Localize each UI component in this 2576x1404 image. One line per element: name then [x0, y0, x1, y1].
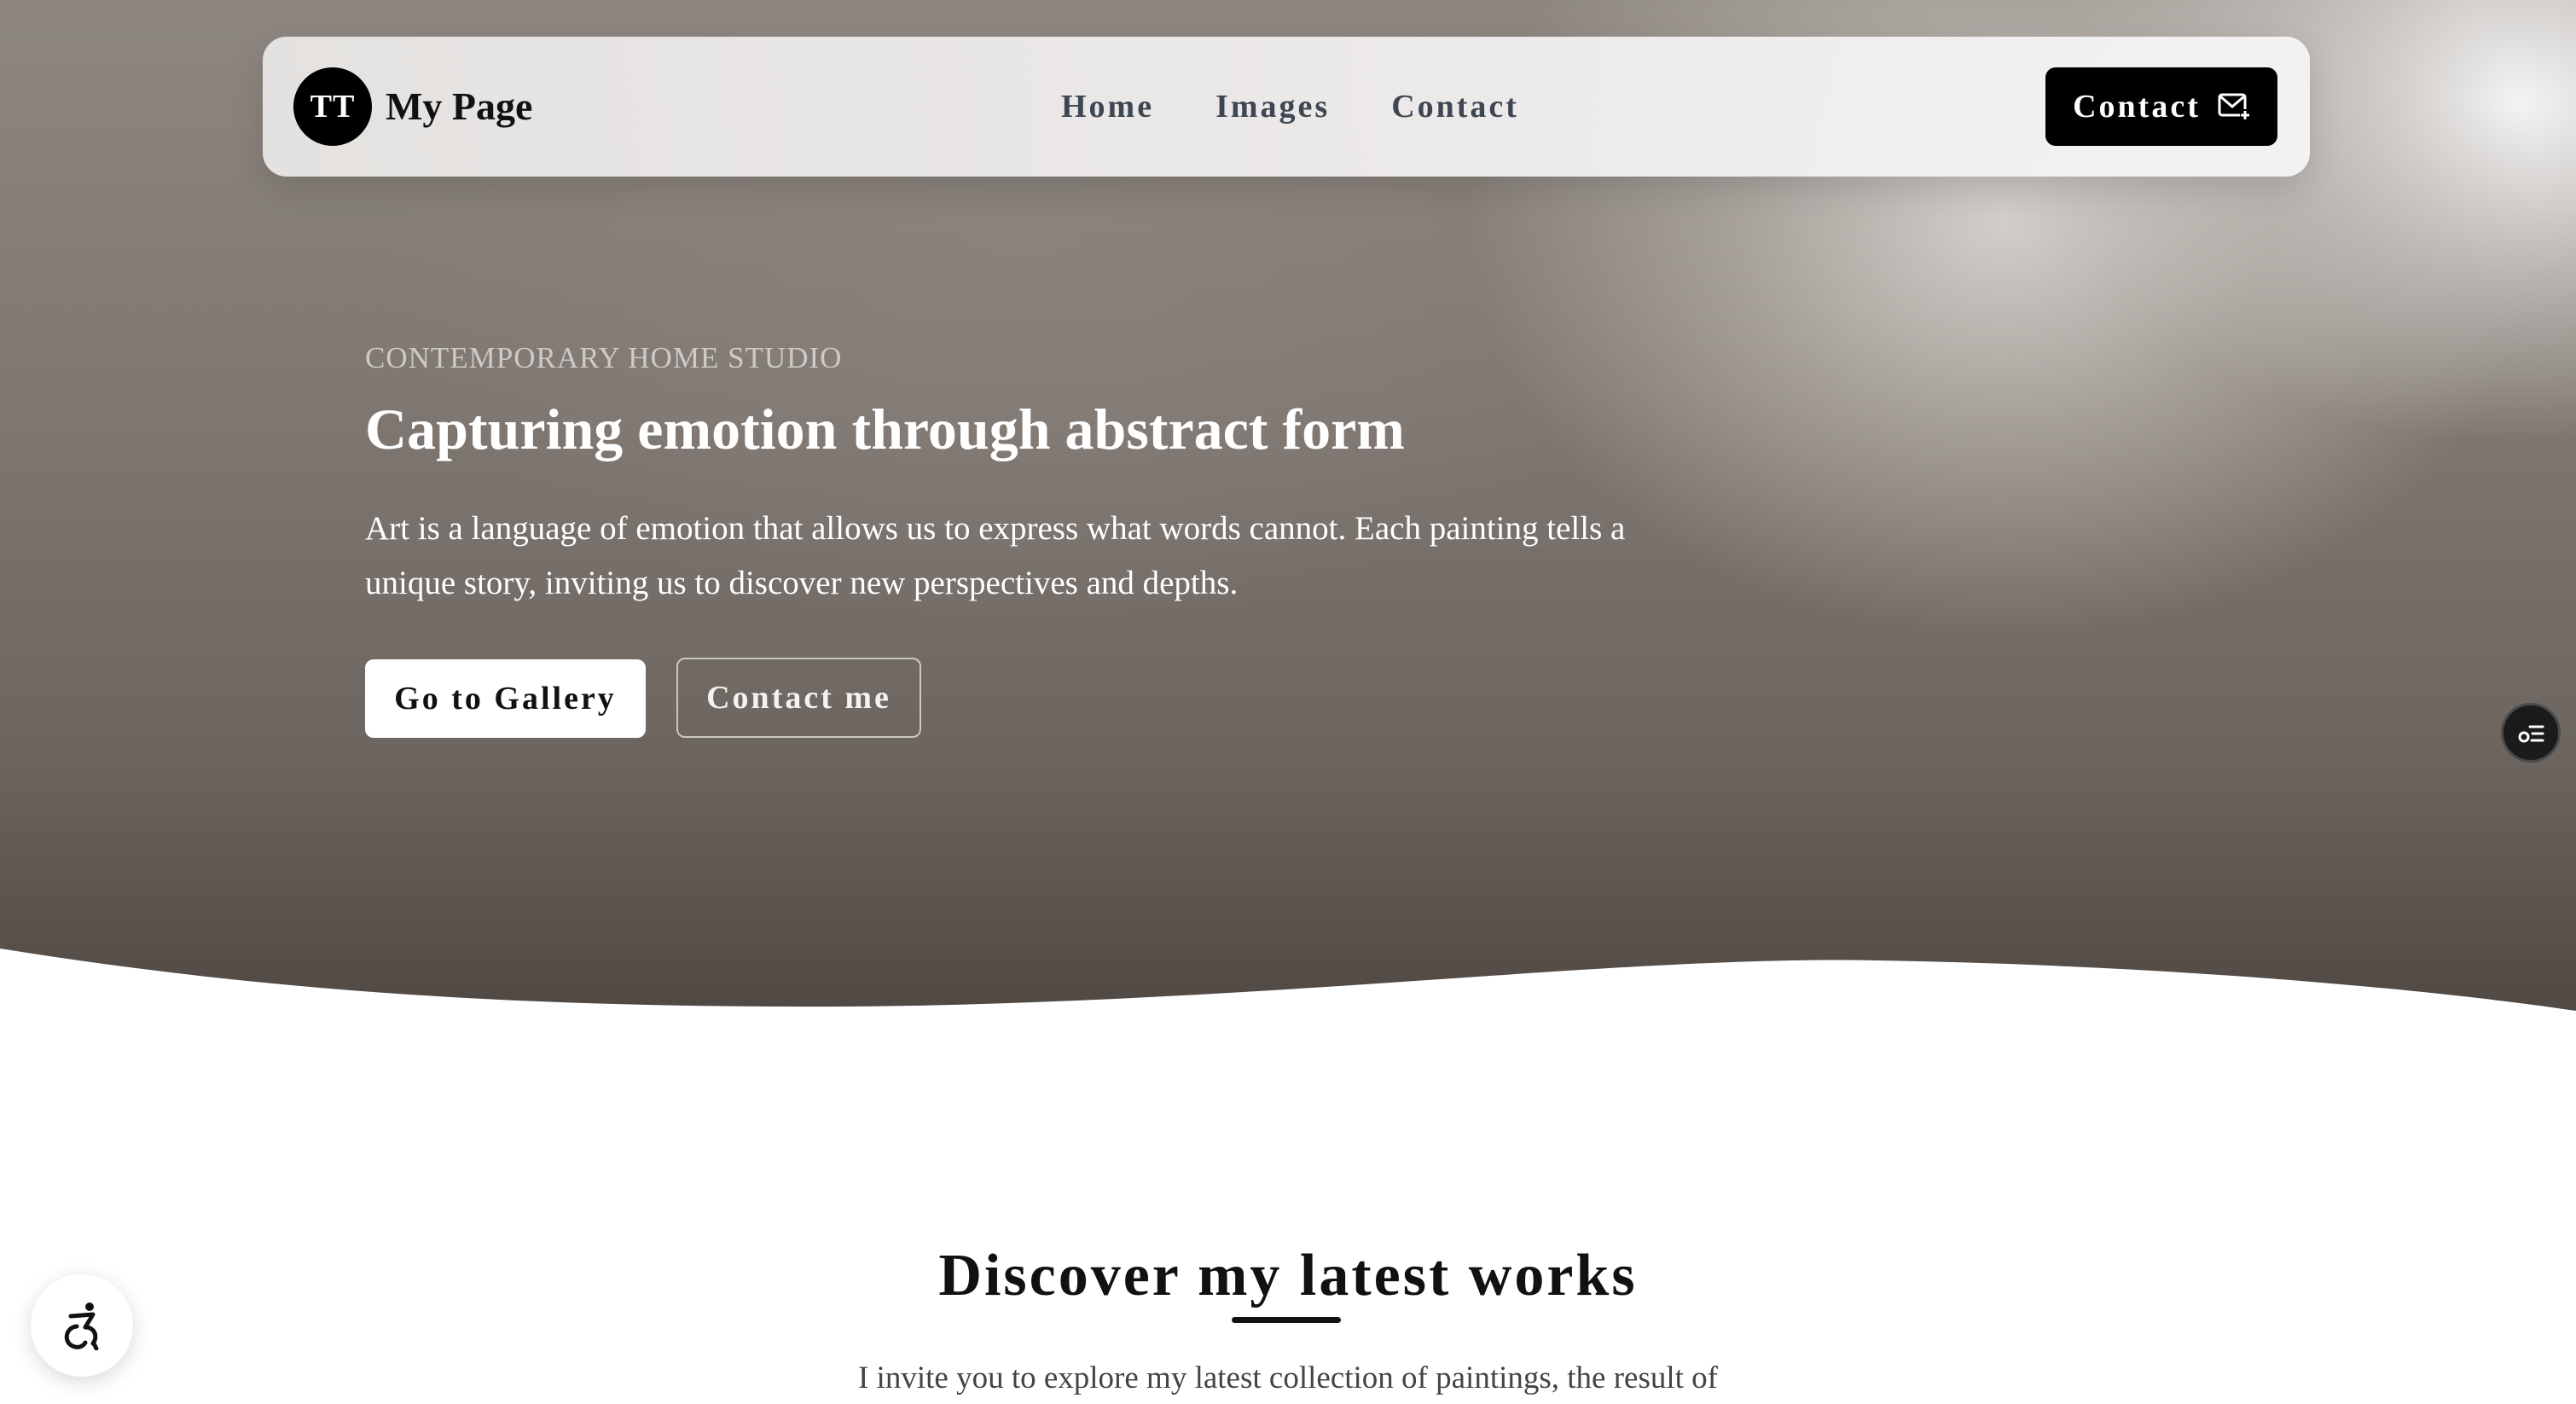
title-underline [1232, 1317, 1341, 1323]
hero-headline: Capturing emotion through abstract form [365, 397, 1405, 461]
accessibility-icon [64, 1302, 99, 1350]
nav-link-contact[interactable]: Contact [1391, 76, 1519, 137]
nav-link-images[interactable]: Images [1215, 76, 1330, 137]
mail-plus-icon [2218, 93, 2250, 119]
list-settings-icon [2518, 725, 2544, 743]
side-floating-button[interactable] [2501, 703, 2561, 763]
contact-me-button[interactable]: Contact me [676, 658, 921, 738]
logo-initials: TT [310, 89, 356, 125]
nav-link-home[interactable]: Home [1061, 76, 1154, 137]
accessibility-button[interactable] [31, 1274, 133, 1377]
hero-eyebrow: CONTEMPORARY HOME STUDIO [365, 341, 843, 374]
site-title[interactable]: My Page [386, 79, 532, 134]
hero-wave-divider [0, 949, 2576, 1066]
hero-description: Art is a language of emotion that allows… [365, 510, 1626, 601]
logo-avatar[interactable]: TT [293, 67, 372, 146]
latest-works-intro: I invite you to explore my latest collec… [857, 1360, 1718, 1395]
header-contact-label: Contact [2073, 89, 2201, 125]
header-contact-button[interactable]: Contact [2045, 67, 2277, 146]
latest-works-title: Discover my latest works [938, 1243, 1638, 1308]
main-nav: Home Images Contact [1061, 76, 1581, 137]
top-navbar: TT My Page Home Images Contact Contact [263, 37, 2310, 177]
go-to-gallery-button[interactable]: Go to Gallery [365, 659, 646, 738]
